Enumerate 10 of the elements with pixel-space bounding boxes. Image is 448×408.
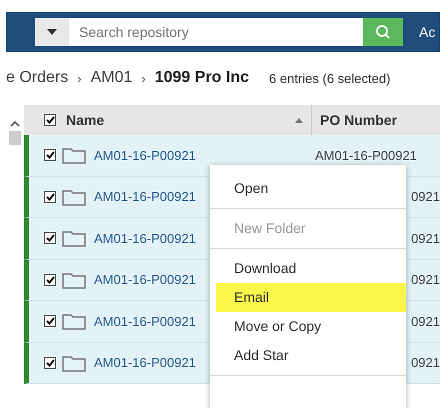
po-number: 0921 bbox=[411, 230, 440, 246]
po-number: 0921 bbox=[411, 272, 440, 288]
po-number: AM01-16-P00921 bbox=[315, 148, 417, 163]
breadcrumb-separator: › bbox=[77, 70, 82, 86]
po-number: 0921 bbox=[411, 355, 440, 370]
entry-count: 6 entries (6 selected) bbox=[269, 70, 390, 86]
breadcrumb-item: 1099 Pro Inc bbox=[154, 69, 250, 87]
po-number: 0921 bbox=[411, 314, 440, 329]
breadcrumb-separator: › bbox=[141, 70, 146, 86]
po-number: 0921 bbox=[411, 189, 440, 204]
